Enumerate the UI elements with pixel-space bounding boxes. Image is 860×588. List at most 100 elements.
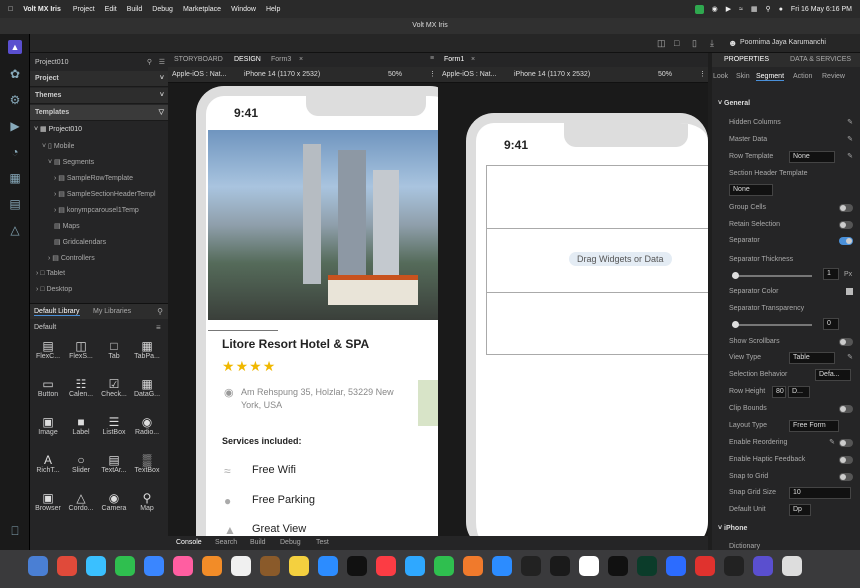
section-themes[interactable]: Themes ˅ <box>30 88 168 104</box>
more-icon[interactable]: ☰ <box>159 55 165 71</box>
zoom-select[interactable]: 50% <box>388 71 402 78</box>
dock-app-icon[interactable] <box>231 556 251 576</box>
enable-haptic-toggle[interactable] <box>839 456 853 464</box>
widget-camera[interactable]: ◉ Camera <box>98 491 130 512</box>
menu-window[interactable]: Window <box>231 6 256 13</box>
edit-icon[interactable]: ✎ <box>847 132 853 148</box>
slider-thumb[interactable] <box>732 321 739 328</box>
edit-icon[interactable]: ✎ <box>847 149 853 165</box>
device-select[interactable]: iPhone 14 (1170 x 2532) <box>514 71 590 78</box>
dock-app-icon[interactable] <box>579 556 599 576</box>
widget-check[interactable]: ☑ Check... <box>98 377 130 398</box>
transparency-input[interactable]: 0 <box>823 318 839 330</box>
dock-app-icon[interactable] <box>405 556 425 576</box>
dock-app-icon[interactable] <box>260 556 280 576</box>
edit-icon[interactable]: ✎ <box>829 435 835 451</box>
tree-segment-item[interactable]: › ▤ SampleSectionHeaderTempl <box>54 190 168 198</box>
dock-app-icon[interactable] <box>492 556 512 576</box>
widget-flexs[interactable]: ◫ FlexS... <box>65 339 97 360</box>
color-swatch[interactable] <box>846 288 853 295</box>
menu-app-name[interactable]: Volt MX Iris <box>23 6 61 13</box>
tree-root[interactable]: ˅ ▦ Project010 <box>34 125 82 133</box>
filter-icon[interactable]: ▽ <box>159 105 164 121</box>
search-icon[interactable]: ⚲ <box>147 55 152 71</box>
widget-flexc[interactable]: ▤ FlexC... <box>32 339 64 360</box>
widget-slider[interactable]: ○ Slider <box>65 453 97 474</box>
tree-tablet[interactable]: › □ Tablet <box>36 270 65 277</box>
widget-browser[interactable]: ▣ Browser <box>32 491 64 512</box>
section-project[interactable]: Project ˅ <box>30 71 168 87</box>
menu-build[interactable]: Build <box>127 6 143 13</box>
row-height-input[interactable]: 80 <box>772 386 786 398</box>
subtab-look[interactable]: Look <box>713 73 728 80</box>
tab-test[interactable]: Test <box>316 539 329 546</box>
tab-debug[interactable]: Debug <box>280 539 301 546</box>
library-group[interactable]: Default <box>34 324 56 331</box>
widget-cordo[interactable]: △ Cordo... <box>65 491 97 512</box>
widget-label[interactable]: ■ Label <box>65 415 97 436</box>
thickness-slider[interactable] <box>732 272 812 279</box>
show-scrollbars-toggle[interactable] <box>839 338 853 346</box>
library-menu-icon[interactable]: ≡ <box>156 323 161 332</box>
widget-tab[interactable]: □ Tab <box>98 339 130 360</box>
dock-app-icon[interactable] <box>289 556 309 576</box>
tab-console[interactable]: Console <box>176 539 202 546</box>
edit-icon[interactable]: ✎ <box>847 350 853 366</box>
retain-selection-toggle[interactable] <box>839 221 853 229</box>
tab-build[interactable]: Build <box>250 539 266 546</box>
search-icon[interactable]: ⚲ <box>766 5 771 13</box>
more-icon[interactable]: ⋮ <box>429 70 436 78</box>
control-center-icon[interactable]: ▦ <box>751 5 758 13</box>
tree-segments[interactable]: ˅ ▤ Segments <box>48 158 94 166</box>
project-name-row[interactable]: Project010 ⚲ ☰ <box>30 55 168 71</box>
dock-app-icon[interactable] <box>463 556 483 576</box>
tree-controllers[interactable]: › ▤ Controllers <box>48 254 95 262</box>
widget-textbox[interactable]: ▒ TextBox <box>131 453 163 474</box>
close-icon[interactable]: × <box>299 56 303 63</box>
dock-app-icon[interactable] <box>28 556 48 576</box>
subtab-skin[interactable]: Skin <box>736 73 750 80</box>
dock-app-icon[interactable] <box>318 556 338 576</box>
zoom-select[interactable]: 50% <box>658 71 672 78</box>
wifi-icon[interactable]: ≈ <box>739 6 743 13</box>
subtab-action[interactable]: Action <box>793 73 812 80</box>
siri-icon[interactable]: ● <box>779 6 783 13</box>
download-icon[interactable]: ⤓ <box>710 38 714 49</box>
dock-app-icon[interactable] <box>695 556 715 576</box>
tab-properties[interactable]: PROPERTIES <box>724 56 769 63</box>
widget-image[interactable]: ▣ Image <box>32 415 64 436</box>
tree-mobile[interactable]: ˅ ▯ Mobile <box>42 142 74 150</box>
gauge-icon[interactable]: ◔ <box>8 145 22 159</box>
layout-type-select[interactable]: Free Form <box>789 420 839 432</box>
iris-logo-icon[interactable]: ▲ <box>8 40 22 54</box>
close-icon[interactable]: × <box>471 56 475 63</box>
menu-edit[interactable]: Edit <box>105 6 117 13</box>
dock-app-icon[interactable] <box>608 556 628 576</box>
tab-default-library[interactable]: Default Library <box>34 308 80 316</box>
widget-map[interactable]: ⚲ Map <box>131 491 163 512</box>
tab-form3[interactable]: Form3 <box>271 56 291 63</box>
segment-widget[interactable]: Drag Widgets or Data <box>486 165 708 355</box>
apple-icon[interactable]:  <box>8 6 13 13</box>
view-type-select[interactable]: Table <box>789 352 835 364</box>
dock-app-icon[interactable] <box>57 556 77 576</box>
run-icon[interactable]: ▶ <box>8 119 22 133</box>
user-icon[interactable]: ☻ <box>728 38 737 48</box>
user-name[interactable]: Poornima Jaya Karumanchi <box>740 39 826 46</box>
dock-app-icon[interactable] <box>521 556 541 576</box>
menu-project[interactable]: Project <box>73 6 95 13</box>
dock-app-icon[interactable] <box>782 556 802 576</box>
tree-segment-item[interactable]: › ▤ SampleRowTemplate <box>54 174 168 182</box>
play-icon[interactable]: ▶ <box>726 5 731 13</box>
components-icon[interactable]: ✿ <box>8 67 22 81</box>
layout-single-icon[interactable]: □ <box>674 38 679 48</box>
edit-icon[interactable]: ✎ <box>847 115 853 131</box>
tab-design[interactable]: DESIGN <box>234 56 261 63</box>
platform-select[interactable]: Apple-iOS : Nat... <box>442 71 496 78</box>
snap-grid-size-input[interactable]: 10 <box>789 487 851 499</box>
menu-icon[interactable]: ≡ <box>430 55 434 62</box>
dock-app-icon[interactable] <box>753 556 773 576</box>
dock-app-icon[interactable] <box>115 556 135 576</box>
menu-marketplace[interactable]: Marketplace <box>183 6 221 13</box>
section-templates[interactable]: Templates ▽ <box>30 105 168 121</box>
